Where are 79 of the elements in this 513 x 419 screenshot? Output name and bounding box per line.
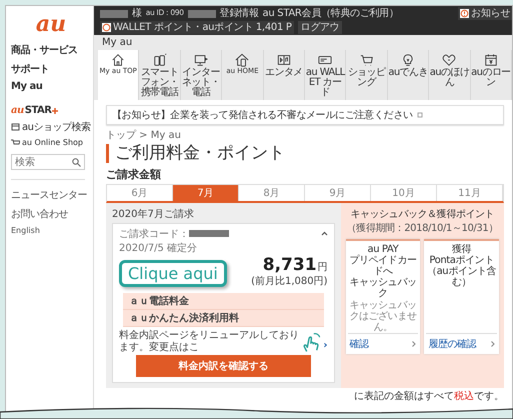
house-phone-icon xyxy=(235,53,250,67)
renewal-note: 料金内訳ページをリニューアルしております。変更点はこ xyxy=(119,330,300,354)
nav-tab[interactable]: au WALLET カード xyxy=(305,50,346,100)
nav-tab[interactable]: ショッピング xyxy=(346,50,388,100)
nav-tab[interactable]: auのローン xyxy=(470,50,512,100)
card-link[interactable]: 確認 xyxy=(350,336,369,351)
calendar-icon xyxy=(484,53,498,67)
section-title: My au xyxy=(94,35,512,50)
view-breakdown-button[interactable]: 料金内訳を確認する xyxy=(136,355,311,378)
charge-item[interactable]: ａｕ電話料金 xyxy=(123,293,324,310)
card-link[interactable]: 履歴の確認 xyxy=(428,336,476,351)
sidebar-link[interactable]: au Online Shop xyxy=(22,138,83,147)
card-title-line: au PAY xyxy=(366,244,400,255)
search-icon[interactable] xyxy=(72,158,81,167)
sidebar-menu-item[interactable]: My au xyxy=(11,81,42,92)
month-tab[interactable]: 9月 xyxy=(305,184,371,201)
bulb-icon xyxy=(401,53,416,67)
cashback-period: （獲得期間：2018/10/1～10/31） xyxy=(346,222,499,235)
nav-tab[interactable]: auのほけん xyxy=(429,50,471,100)
card-title-line: キャッシュバック xyxy=(348,276,418,299)
billing-code: ご請求コード： xyxy=(119,226,229,241)
sidebar-link[interactable]: auショップ検索 xyxy=(22,120,90,134)
sidebar-menu-item[interactable]: 商品・サービス xyxy=(11,43,78,57)
notice-banner[interactable]: 【お知らせ】企業を装って発信される不審なメールにご注意ください xyxy=(106,105,504,125)
month-tab[interactable]: 7月 xyxy=(173,184,239,201)
section-heading: ご請求金額 xyxy=(106,166,162,182)
currency-unit: 円 xyxy=(318,262,328,273)
sidebar-link[interactable]: English xyxy=(11,226,40,235)
confirmed-date: 2020/7/5 確定分 xyxy=(119,242,198,255)
au-star-logo[interactable]: auSTAR xyxy=(11,105,58,116)
header-link[interactable]: au STAR会員（特典のご利用） xyxy=(262,8,399,19)
nav-tab[interactable]: インターネット・電話 xyxy=(180,50,222,100)
nav-tab[interactable]: auでんき xyxy=(388,50,430,100)
heart-icon xyxy=(442,53,456,67)
sidebar-link[interactable]: お問い合わせ xyxy=(11,207,68,221)
nav-tab[interactable]: スマートフォン・携帯電話 xyxy=(139,50,181,100)
card-title-line: 獲得 xyxy=(451,244,472,255)
sidebar-menu-item[interactable]: サポート xyxy=(11,62,49,76)
external-link-icon xyxy=(416,112,424,118)
card-title-line: Pontaポイント xyxy=(428,254,494,266)
card-title-line: プリペイドカードへ xyxy=(348,254,418,277)
redacted-name xyxy=(100,10,128,18)
month-tab[interactable]: 8月 xyxy=(239,184,305,201)
month-tab[interactable]: 10月 xyxy=(371,184,437,201)
points-icon xyxy=(102,23,111,32)
bill-amount: 8,731 xyxy=(262,256,317,274)
header-link[interactable]: 登録情報 xyxy=(220,8,259,19)
info-icon xyxy=(460,9,470,18)
honorific: 様 xyxy=(132,8,142,19)
phones-icon xyxy=(152,53,167,67)
monitor-icon xyxy=(194,53,208,67)
cart-icon xyxy=(11,138,20,146)
card-icon xyxy=(318,53,332,67)
search-field[interactable]: 検索 xyxy=(11,154,85,170)
more-link-arrow[interactable]: › xyxy=(323,340,328,352)
month-tab[interactable]: 11月 xyxy=(437,184,503,201)
charge-item[interactable]: ａｕかんたん決済利用料 xyxy=(123,310,324,328)
card-title-line: （auポイント含む） xyxy=(426,266,497,288)
bill-title: 2020年7月ご請求 xyxy=(112,208,195,221)
pointing-hand-icon xyxy=(302,331,322,354)
chevron-right-icon[interactable] xyxy=(491,340,495,347)
cashback-title: キャッシュバック＆獲得ポイント xyxy=(349,208,496,221)
logout-button[interactable]: ログアウ xyxy=(298,21,342,34)
home-icon xyxy=(111,53,126,67)
clique-aqui-tooltip: Clique aqui xyxy=(119,260,227,288)
media-icon xyxy=(276,53,291,67)
redacted-id xyxy=(188,10,216,18)
chevron-right-icon[interactable] xyxy=(412,340,416,347)
chevron-up-icon[interactable] xyxy=(320,231,328,236)
nav-tab[interactable]: エンタメ xyxy=(264,50,306,100)
sidebar-link[interactable]: ニュースセンター xyxy=(11,188,87,202)
page-title: ご利用料金・ポイント xyxy=(106,144,504,163)
month-difference: (前月比1,080円) xyxy=(251,274,328,288)
shop-icon xyxy=(11,123,20,131)
card-note: キャッシュバックはございません。 xyxy=(348,300,418,333)
au-logo[interactable]: au xyxy=(36,13,66,35)
breadcrumb[interactable]: トップ > My au xyxy=(106,128,504,142)
tax-note: に表記の金額はすべて税込です。 xyxy=(354,390,504,404)
cart-icon xyxy=(360,53,374,67)
